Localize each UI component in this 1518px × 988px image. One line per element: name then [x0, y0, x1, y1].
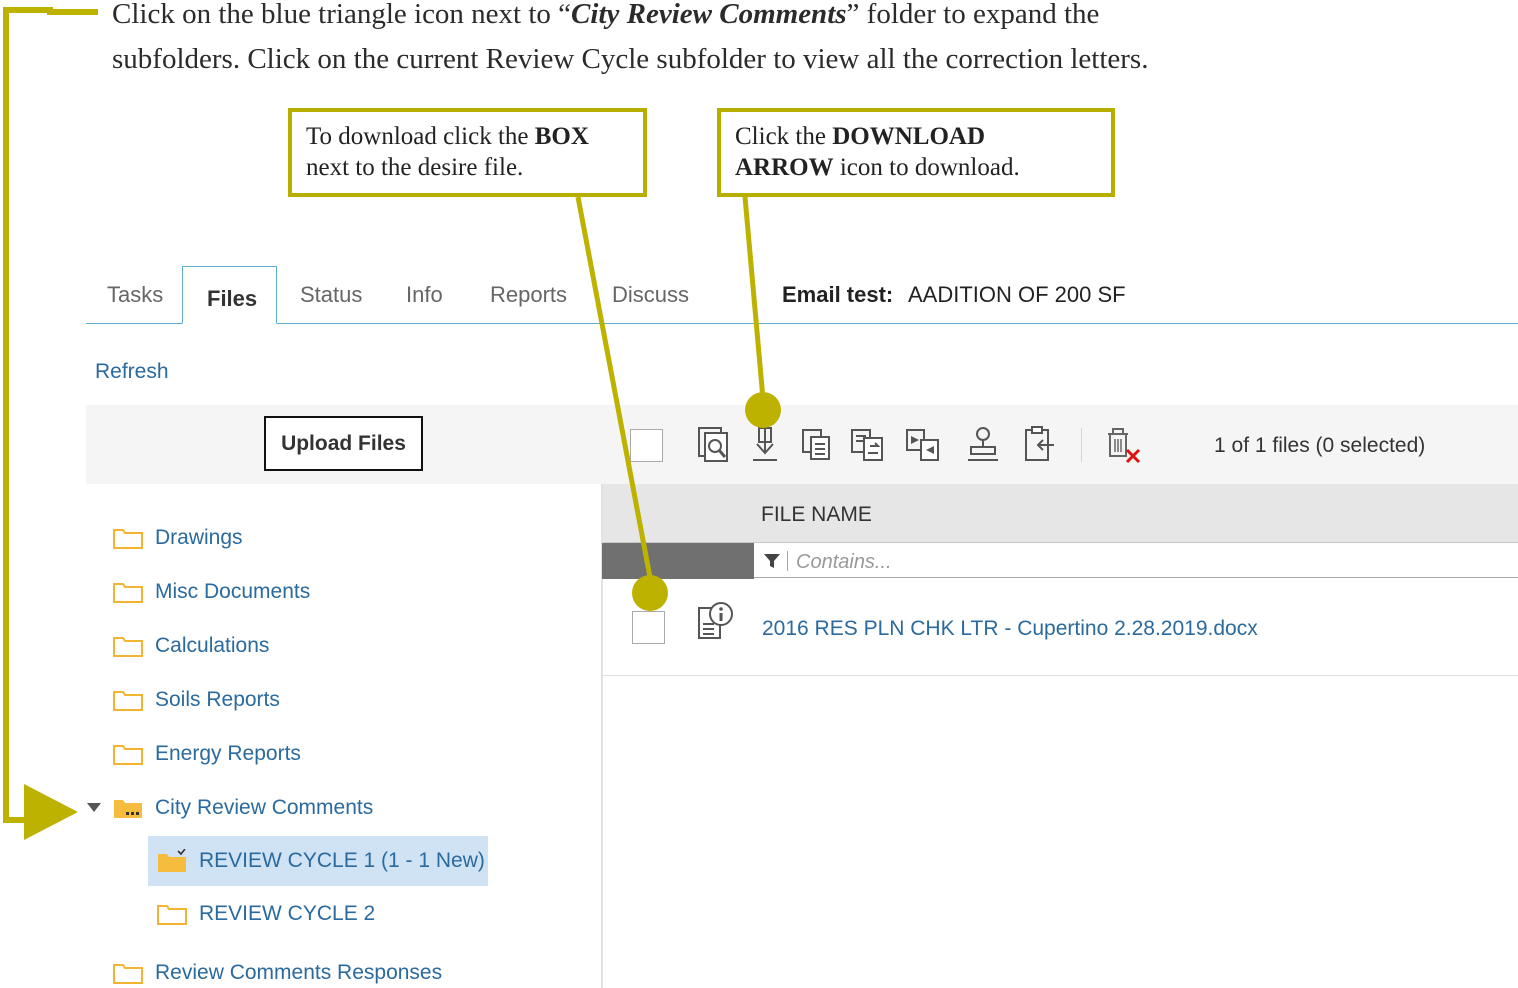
annotation-overlay — [3, 7, 781, 840]
checkbox-marker-dot — [632, 575, 668, 611]
bracket-leader-line — [3, 7, 98, 823]
download-leader-line — [742, 196, 767, 411]
box-leader-line — [575, 196, 656, 594]
pointer-arrow-icon — [24, 784, 78, 840]
download-marker-dot — [745, 392, 781, 428]
